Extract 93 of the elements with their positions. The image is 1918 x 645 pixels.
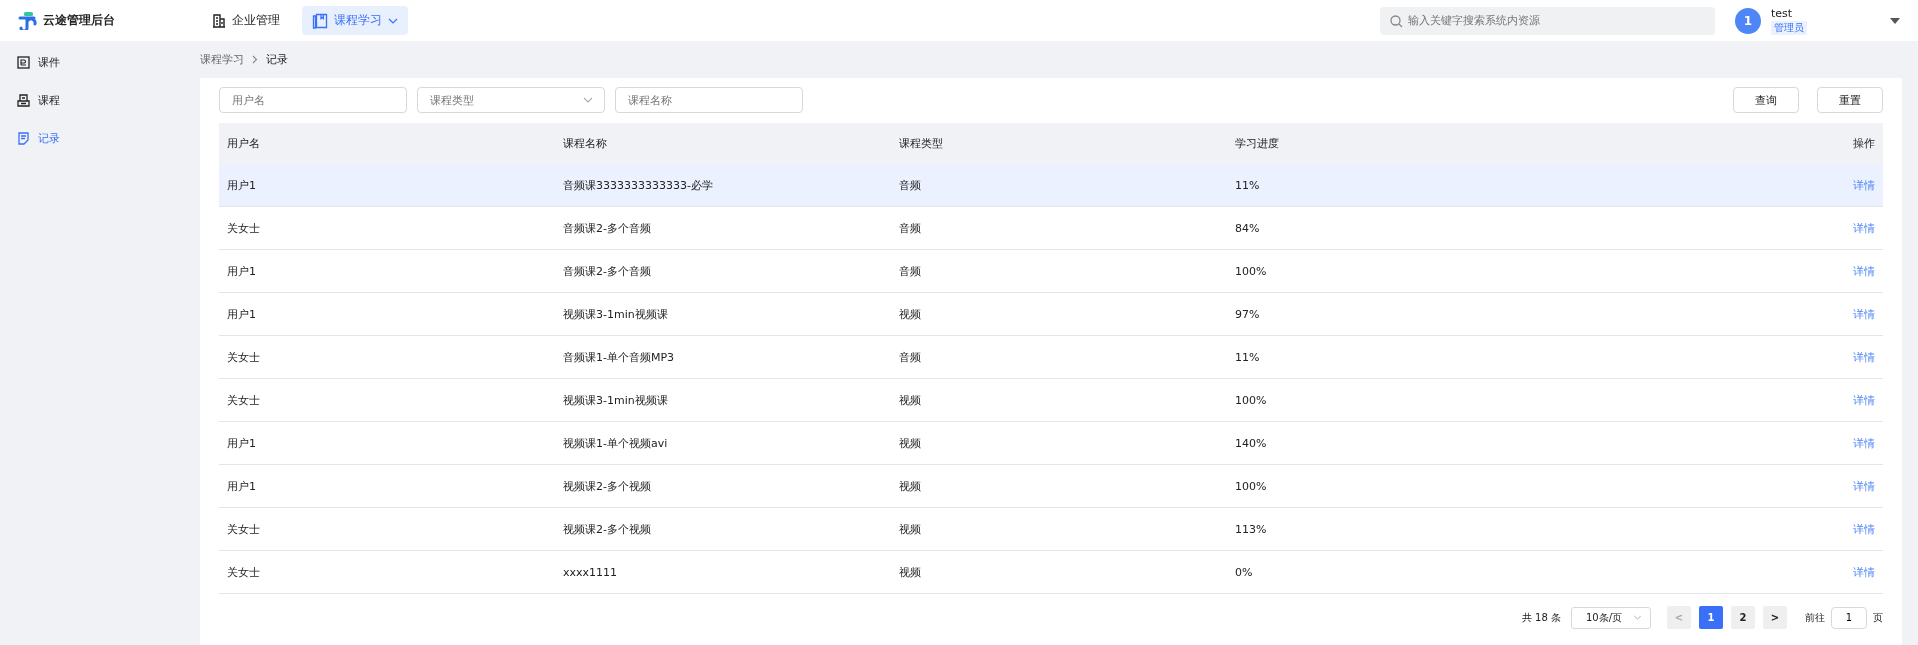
column-header: 用户名 bbox=[227, 137, 260, 150]
table-cell: 视频课2-多个视频 bbox=[563, 479, 651, 493]
table-cell: 音频课1-单个音频MP3 bbox=[563, 350, 675, 364]
detail-link[interactable]: 详情 bbox=[1853, 178, 1875, 192]
column-header: 课程名称 bbox=[563, 137, 607, 150]
table-cell: 100% bbox=[1235, 264, 1267, 278]
column-header: 操作 bbox=[1853, 137, 1875, 150]
table-cell: 关女士 bbox=[227, 393, 260, 407]
table-cell: 音频课2-多个音频 bbox=[563, 264, 651, 278]
table-cell: 关女士 bbox=[227, 522, 260, 536]
table-cell: 97% bbox=[1235, 307, 1260, 321]
detail-link[interactable]: 详情 bbox=[1853, 264, 1875, 278]
input-field[interactable]: 用户名 bbox=[219, 87, 407, 113]
table-cell: 11% bbox=[1235, 350, 1260, 364]
detail-link[interactable]: 详情 bbox=[1853, 436, 1875, 450]
role-badge: 管理员 bbox=[1771, 20, 1807, 35]
table-cell: 视频 bbox=[899, 436, 921, 450]
select-field[interactable]: 课程类型 bbox=[417, 87, 605, 113]
nav-tab[interactable]: 课程学习 bbox=[302, 6, 408, 35]
input-field[interactable]: 课程名称 bbox=[615, 87, 803, 113]
column-header: 课程类型 bbox=[899, 137, 943, 150]
document-icon bbox=[17, 131, 30, 145]
table-cell: 140% bbox=[1235, 436, 1267, 450]
table-cell: 84% bbox=[1235, 221, 1260, 235]
table-cell: 音频 bbox=[899, 221, 921, 235]
table-cell: 关女士 bbox=[227, 221, 260, 235]
search-field[interactable]: 输入关键字搜索系统内资源 bbox=[1380, 6, 1715, 35]
action-button[interactable]: 查询 bbox=[1733, 87, 1799, 113]
table-cell: 0% bbox=[1235, 565, 1253, 579]
chevron-down-icon bbox=[1633, 615, 1642, 620]
table-cell: 100% bbox=[1235, 393, 1267, 407]
sidebar-item[interactable]: 课件 bbox=[0, 43, 200, 81]
search-icon bbox=[1390, 14, 1403, 28]
table-cell: 音频课3333333333333-必学 bbox=[563, 178, 713, 192]
table-cell: 视频 bbox=[899, 565, 921, 579]
table-cell: 用户1 bbox=[227, 307, 256, 321]
table-cell: 视频 bbox=[899, 393, 921, 407]
table-cell: 11% bbox=[1235, 178, 1260, 192]
table-cell: 100% bbox=[1235, 479, 1267, 493]
goto-label: 前往 bbox=[1805, 610, 1825, 625]
breadcrumb-item: 记录 bbox=[266, 52, 288, 67]
breadcrumb-item[interactable]: 课程学习 bbox=[200, 52, 244, 67]
caret-icon[interactable] bbox=[1890, 17, 1900, 24]
column-header: 学习进度 bbox=[1235, 137, 1279, 150]
nav-tab[interactable]: 企业管理 bbox=[202, 6, 290, 35]
page-size-select[interactable]: 10条/页 bbox=[1571, 606, 1651, 629]
detail-link[interactable]: 详情 bbox=[1853, 565, 1875, 579]
table-cell: 用户1 bbox=[227, 264, 256, 278]
table-row-highlighted[interactable]: 用户1 音频课3333333333333-必学 音频 11% 详情 bbox=[219, 164, 1883, 207]
table-cell: 视频课1-单个视频avi bbox=[563, 436, 668, 450]
page-button[interactable]: 2 bbox=[1731, 606, 1755, 629]
detail-link[interactable]: 详情 bbox=[1853, 307, 1875, 321]
total-count: 共 18 条 bbox=[1521, 610, 1561, 625]
table-cell: 113% bbox=[1235, 522, 1267, 536]
table-cell: 用户1 bbox=[227, 479, 256, 493]
next-page-button[interactable]: > bbox=[1763, 606, 1787, 629]
table-cell: 音频 bbox=[899, 350, 921, 364]
table-cell: 音频 bbox=[899, 178, 921, 192]
table-cell: xxxx1111 bbox=[563, 565, 618, 579]
user-name: test bbox=[1771, 6, 1794, 20]
chevron-down-icon bbox=[583, 97, 593, 103]
table-cell: 视频 bbox=[899, 479, 921, 493]
detail-link[interactable]: 详情 bbox=[1853, 393, 1875, 407]
chevron-right-icon bbox=[252, 55, 258, 64]
sidebar-item[interactable]: 课程 bbox=[0, 81, 200, 119]
prev-page-button[interactable]: < bbox=[1667, 606, 1691, 629]
table-cell: 用户1 bbox=[227, 436, 256, 450]
table-cell: 视频 bbox=[899, 307, 921, 321]
page-input[interactable]: 1 bbox=[1831, 606, 1867, 629]
page-suffix: 页 bbox=[1873, 610, 1883, 625]
table-cell: 关女士 bbox=[227, 350, 260, 364]
page-button[interactable]: 1 bbox=[1699, 606, 1723, 629]
table-cell: 关女士 bbox=[227, 565, 260, 579]
detail-link[interactable]: 详情 bbox=[1853, 522, 1875, 536]
table-cell: 视频课3-1min视频课 bbox=[563, 393, 668, 407]
table-cell: 用户1 bbox=[227, 178, 256, 192]
image-frame-icon bbox=[17, 55, 30, 69]
app-title: 云途管理后台 bbox=[43, 12, 115, 29]
table-cell: 音频课2-多个音频 bbox=[563, 221, 651, 235]
sidebar-item[interactable]: 记录 bbox=[0, 119, 200, 157]
avatar[interactable]: 1 bbox=[1735, 7, 1761, 34]
action-button[interactable]: 重置 bbox=[1817, 87, 1883, 113]
building-icon bbox=[212, 13, 226, 28]
detail-link[interactable]: 详情 bbox=[1853, 350, 1875, 364]
table-cell: 音频 bbox=[899, 264, 921, 278]
detail-link[interactable]: 详情 bbox=[1853, 479, 1875, 493]
table-cell: 视频课2-多个视频 bbox=[563, 522, 651, 536]
book-icon bbox=[312, 12, 328, 29]
tray-icon bbox=[17, 93, 30, 107]
table-cell: 视频 bbox=[899, 522, 921, 536]
table-cell: 视频课3-1min视频课 bbox=[563, 307, 668, 321]
detail-link[interactable]: 详情 bbox=[1853, 221, 1875, 235]
logo-icon bbox=[18, 11, 38, 30]
